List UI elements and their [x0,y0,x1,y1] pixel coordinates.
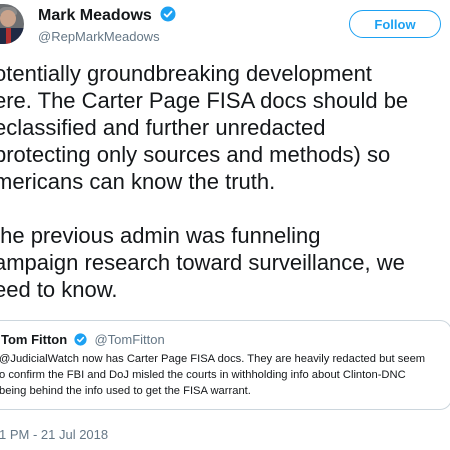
quoted-tweet[interactable]: Tom Fitton @TomFitton @JudicialWatch now… [0,320,450,410]
author-name[interactable]: Mark Meadows [38,6,176,27]
quoted-author-handle[interactable]: @TomFitton [94,332,164,347]
tweet-text: otentially groundbreaking development er… [0,61,409,302]
author-handle[interactable]: @RepMarkMeadows [38,29,160,44]
avatar-tie [6,28,11,44]
quoted-author[interactable]: Tom Fitton @TomFitton [1,332,165,349]
quoted-author-name[interactable]: Tom Fitton [1,332,67,347]
verified-badge-icon [160,6,176,27]
author-name-text[interactable]: Mark Meadows [38,7,152,24]
quoted-verified-badge-icon [74,333,87,349]
tweet-timestamp[interactable]: 1 PM - 21 Jul 2018 [0,427,108,442]
avatar-suit [0,28,24,44]
avatar-face [0,10,16,27]
avatar[interactable] [0,4,24,44]
quoted-tweet-text: @JudicialWatch now has Carter Page FISA … [0,353,426,397]
follow-button[interactable]: Follow [349,10,441,38]
